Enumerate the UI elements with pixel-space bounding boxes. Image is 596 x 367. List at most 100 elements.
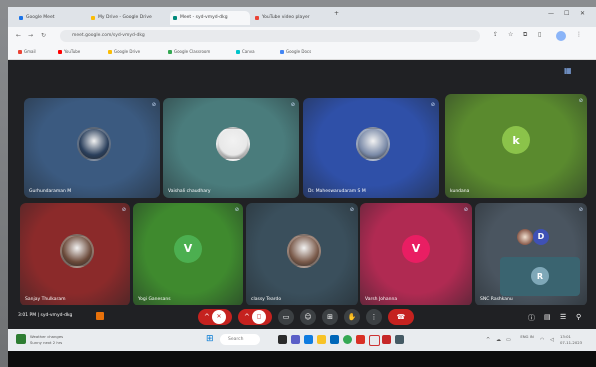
sidepanel-icon[interactable]: ▯ [538,31,541,38]
drive-favicon-icon [91,16,95,20]
task-view-icon[interactable] [278,335,287,344]
participant-avatar [216,127,250,161]
emoji-button[interactable]: ☺ [300,309,316,325]
tray-chevron-icon[interactable]: ^ [486,337,490,343]
chevron-up-icon: ^ [203,313,210,321]
windows-start-icon[interactable]: ⊞ [206,335,214,344]
battery-icon[interactable]: ▭ [506,337,511,343]
mic-muted-icon: ⊘ [290,102,295,108]
self-view-tile[interactable]: R [499,256,581,296]
participant-name: Yogi Ganesans [138,297,171,302]
participant-tile[interactable]: ⊘ Gurhundaraman M [24,98,160,198]
info-icon[interactable]: ⓘ [528,313,535,323]
meet-stage: ▦ ⊘ Gurhundaraman M ⊘ Vaishali chaudhary ⊘ Dr… [8,60,596,317]
weather-subtitle: Sunny next 2 hrs [30,340,63,345]
participant-tile[interactable]: V ⊘ Yogi Ganesans [133,203,243,306]
participant-avatar [356,127,390,161]
people-icon[interactable]: ▤ [544,313,551,321]
participant-tile[interactable]: ⊘ Sanjay Thulkaram [20,203,130,306]
layout-grid-icon[interactable]: ▦ [564,66,572,75]
chrome-icon[interactable] [343,335,352,344]
new-tab-icon[interactable]: + [334,10,339,17]
captions-button[interactable]: ▭ [278,309,294,325]
participant-name: classy Teardo [251,297,282,302]
clock-time: 13:01 [560,334,571,339]
browser-tab-2[interactable]: Meet - syd-vmyd-dkg [170,11,250,25]
monitor-screen: Google Meet My Drive - Google Drive Meet… [8,7,596,367]
participant-tile[interactable]: ⊘ Vaishali chaudhary [163,98,299,198]
mic-muted-icon: ⊘ [234,207,239,213]
file-explorer-icon[interactable] [317,335,326,344]
back-icon[interactable]: ← [16,32,21,39]
weather-icon[interactable] [16,334,26,344]
participant-tile[interactable]: k ⊘ kundana [445,94,587,198]
present-button[interactable]: ⊞ [322,309,338,325]
mic-muted-icon: ⊘ [463,207,468,213]
bookmark-label: Gmail [24,49,36,54]
bookmark-star-icon[interactable]: ☆ [508,31,513,38]
bookmark-item[interactable]: YouTube [58,49,80,54]
browser-tab-0[interactable]: Google Meet [16,11,86,25]
participant-tile[interactable]: D R ⊘ SNC Rashkanu [475,203,587,306]
mic-button[interactable]: ^ ✕ [198,309,232,325]
weather-title: Weather changes [30,334,64,339]
pdf-icon[interactable] [356,335,365,344]
teams-icon[interactable] [291,335,300,344]
participant-tile[interactable]: ⊘ Dr. Maheswarudaram S M [303,98,439,198]
bookmark-item[interactable]: Google Drive [108,49,140,54]
participant-avatar [517,228,533,245]
close-window-icon[interactable]: ✕ [580,10,585,17]
participant-tile[interactable]: V ⊘ Varsh Johanna [360,203,472,306]
minimize-icon[interactable]: — [548,10,554,17]
phone-hangup-icon: ☎ [396,313,406,321]
store-icon[interactable] [330,335,339,344]
bookmark-item[interactable]: Gmail [18,49,36,54]
classroom-icon [168,50,172,54]
menu-kebab-icon[interactable]: ⋮ [576,31,582,38]
camera-button[interactable]: ^ ◻ [238,309,272,325]
mic-muted-icon: ⊘ [430,102,435,108]
camera-off-icon: ◻ [252,310,267,324]
more-options-button[interactable]: ⋮ [366,309,382,325]
language-indicator[interactable]: ENG IN [520,334,534,339]
browser-tab-3[interactable]: YouTube video player [252,11,332,25]
edge-icon[interactable] [304,335,313,344]
browser-tab-1[interactable]: My Drive - Google Drive [88,11,168,25]
participant-tile[interactable]: ⊘ classy Teardo [246,203,358,306]
activities-icon[interactable]: ⚲ [576,313,581,321]
url-text: meet.google.com/syd-vmyd-dkg [72,33,145,38]
bookmark-item[interactable]: Google Classroom [168,49,210,54]
participant-avatar: D [533,228,549,245]
extensions-icon[interactable]: ⧉ [523,31,527,39]
raise-hand-button[interactable]: ✋ [344,309,360,325]
bookmark-item[interactable]: Google Docs [280,49,311,54]
speaker-icon[interactable]: ◁ [550,337,554,343]
maximize-icon[interactable]: ☐ [564,10,569,17]
taskbar-search[interactable]: Search [220,334,260,345]
docs-icon [280,50,284,54]
reload-icon[interactable]: ↻ [41,32,46,39]
tab-label: YouTube video player [262,15,310,20]
powerpoint-icon[interactable] [382,335,391,344]
bookmarks-bar: Gmail YouTube Google Drive Google Classr… [8,46,596,60]
youtube-favicon-icon [255,16,259,20]
participant-avatar [287,233,321,268]
mic-off-icon: ✕ [212,310,227,324]
participant-avatar: V [402,234,430,263]
present-icon: ⊞ [327,313,333,321]
wifi-icon[interactable]: ◠ [540,337,544,343]
address-bar[interactable]: meet.google.com/syd-vmyd-dkg [60,30,480,42]
profile-avatar[interactable] [556,31,566,41]
mic-muted-icon: ⊘ [578,207,583,213]
leave-call-button[interactable]: ☎ [388,309,414,325]
bookmark-item[interactable]: Canva [236,49,255,54]
share-icon[interactable]: ⇪ [493,31,498,38]
cloud-icon[interactable]: ☁ [496,337,501,343]
chat-icon[interactable]: ☰ [560,313,566,321]
captions-icon: ▭ [282,313,290,321]
meeting-code: syd-vmyd-dkg [40,313,73,318]
app-icon[interactable] [395,335,404,344]
hand-icon: ✋ [347,313,357,321]
acrobat-icon[interactable] [369,335,380,346]
forward-icon[interactable]: → [28,32,33,39]
